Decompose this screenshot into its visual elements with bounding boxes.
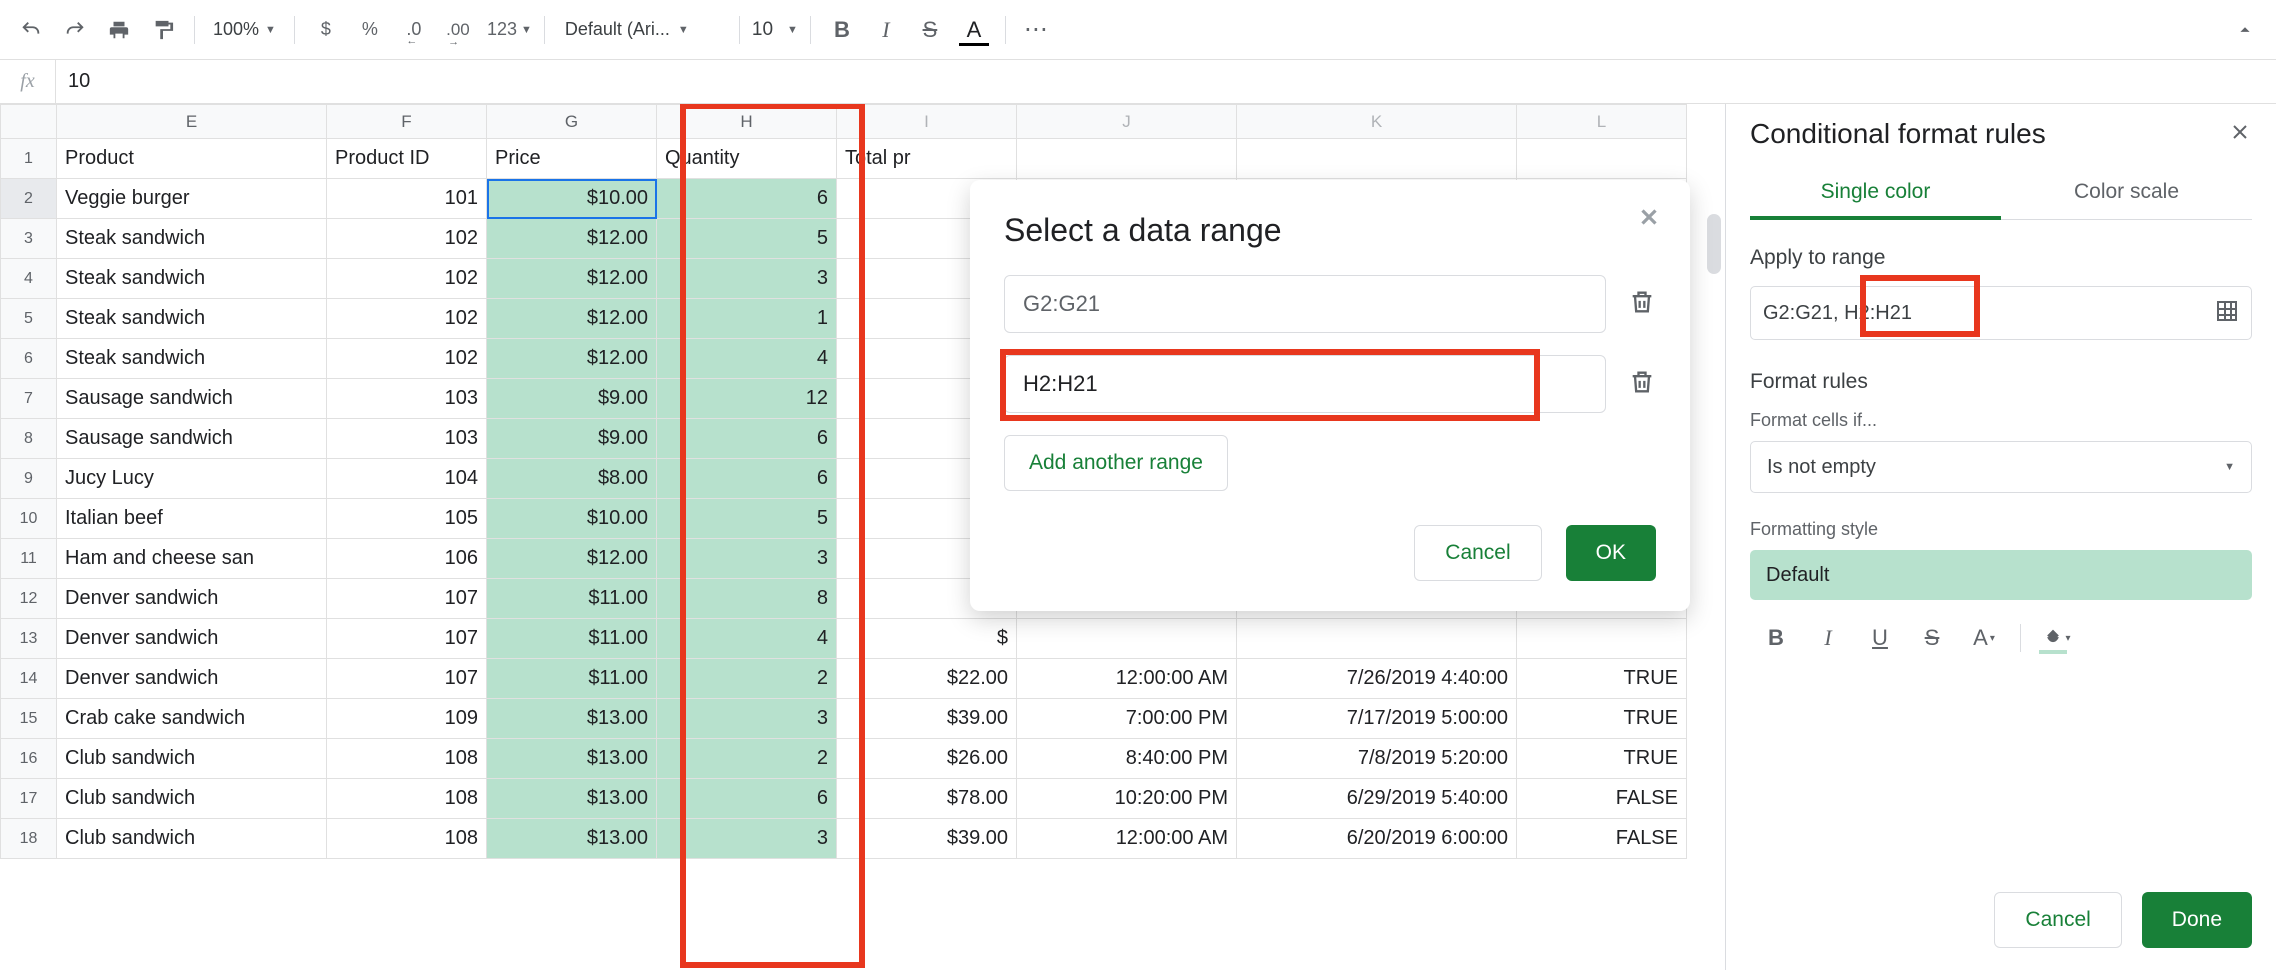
chevron-down-icon: ▼ bbox=[265, 24, 276, 36]
collapse-toolbar-button[interactable] bbox=[2226, 11, 2264, 49]
close-dialog-button[interactable] bbox=[1636, 204, 1662, 235]
table-row[interactable]: 17Club sandwich108$13.006$78.0010:20:00 … bbox=[1, 779, 1687, 819]
dialog-cancel-button[interactable]: Cancel bbox=[1414, 525, 1541, 581]
col-H: H bbox=[657, 105, 837, 139]
separator bbox=[544, 16, 545, 44]
select-data-range-dialog: Select a data range G2:G21 H2:H21 Add an… bbox=[970, 180, 1690, 611]
separator bbox=[294, 16, 295, 44]
apply-range-label: Apply to range bbox=[1750, 246, 2252, 270]
chevron-down-icon: ▼ bbox=[678, 24, 689, 36]
separator bbox=[2020, 624, 2021, 652]
table-row[interactable]: 1 Product Product ID Price Quantity Tota… bbox=[1, 139, 1687, 179]
style-fillcolor-button[interactable]: ▾ bbox=[2035, 618, 2079, 658]
conditional-format-panel: Conditional format rules Single color Co… bbox=[1725, 104, 2276, 970]
panel-tabs: Single color Color scale bbox=[1750, 168, 2252, 220]
delete-range-2-button[interactable] bbox=[1628, 368, 1656, 401]
paint-format-button[interactable] bbox=[144, 11, 182, 49]
percent-button[interactable]: % bbox=[351, 11, 389, 49]
tab-single-color[interactable]: Single color bbox=[1750, 168, 2001, 220]
zoom-select[interactable]: 100%▼ bbox=[207, 19, 282, 40]
col-G: G bbox=[487, 105, 657, 139]
undo-button[interactable] bbox=[12, 11, 50, 49]
currency-button[interactable]: $ bbox=[307, 11, 345, 49]
italic-button[interactable]: I bbox=[867, 11, 905, 49]
close-panel-button[interactable] bbox=[2228, 120, 2252, 149]
panel-done-button[interactable]: Done bbox=[2142, 892, 2252, 948]
toolbar: 100%▼ $ % .0← .00→ 123▼ Default (Ari...▼… bbox=[0, 0, 2276, 60]
format-preview[interactable]: Default bbox=[1750, 550, 2252, 600]
chevron-down-icon: ▼ bbox=[521, 24, 532, 36]
dialog-title: Select a data range bbox=[1004, 212, 1656, 249]
font-family-select[interactable]: Default (Ari...▼ bbox=[557, 19, 727, 40]
col-K: K bbox=[1237, 105, 1517, 139]
vertical-scrollbar[interactable] bbox=[1707, 214, 1721, 274]
decrease-decimal-button[interactable]: .0← bbox=[395, 11, 433, 49]
table-row[interactable]: 14Denver sandwich107$11.002$22.0012:00:0… bbox=[1, 659, 1687, 699]
panel-title: Conditional format rules bbox=[1750, 118, 2046, 150]
increase-decimal-button[interactable]: .00→ bbox=[439, 11, 477, 49]
separator bbox=[194, 16, 195, 44]
separator bbox=[739, 16, 740, 44]
separator bbox=[810, 16, 811, 44]
fx-icon: fx bbox=[0, 60, 56, 103]
tab-color-scale[interactable]: Color scale bbox=[2001, 168, 2252, 219]
dialog-ok-button[interactable]: OK bbox=[1566, 525, 1656, 581]
range-input-2[interactable]: H2:H21 bbox=[1004, 355, 1606, 413]
style-italic-button[interactable]: I bbox=[1806, 618, 1850, 658]
col-F: F bbox=[327, 105, 487, 139]
style-textcolor-button[interactable]: A▾ bbox=[1962, 618, 2006, 658]
formula-bar: fx 10 bbox=[0, 60, 2276, 104]
table-row[interactable]: 18Club sandwich108$13.003$39.0012:00:00 … bbox=[1, 819, 1687, 859]
more-formats-button[interactable]: 123▼ bbox=[483, 11, 532, 49]
column-headers[interactable]: E F G H I J K L bbox=[1, 105, 1687, 139]
chevron-down-icon: ▼ bbox=[787, 24, 798, 36]
style-strike-button[interactable]: S bbox=[1910, 618, 1954, 658]
bold-button[interactable]: B bbox=[823, 11, 861, 49]
panel-cancel-button[interactable]: Cancel bbox=[1994, 892, 2121, 948]
table-row[interactable]: 13Denver sandwich107$11.004$ bbox=[1, 619, 1687, 659]
formula-input[interactable]: 10 bbox=[56, 70, 2276, 93]
separator bbox=[1005, 16, 1006, 44]
redo-button[interactable] bbox=[56, 11, 94, 49]
add-another-range-button[interactable]: Add another range bbox=[1004, 435, 1228, 491]
col-J: J bbox=[1017, 105, 1237, 139]
col-I: I bbox=[837, 105, 1017, 139]
more-toolbar-button[interactable]: ⋯ bbox=[1018, 11, 1056, 49]
chevron-down-icon: ▼ bbox=[2224, 461, 2235, 473]
delete-range-1-button[interactable] bbox=[1628, 288, 1656, 321]
select-range-icon[interactable] bbox=[2215, 299, 2239, 328]
col-L: L bbox=[1517, 105, 1687, 139]
table-row[interactable]: 15Crab cake sandwich109$13.003$39.007:00… bbox=[1, 699, 1687, 739]
print-button[interactable] bbox=[100, 11, 138, 49]
condition-select[interactable]: Is not empty ▼ bbox=[1750, 441, 2252, 493]
formatting-style-label: Formatting style bbox=[1750, 519, 2252, 540]
style-bold-button[interactable]: B bbox=[1754, 618, 1798, 658]
strikethrough-button[interactable]: S bbox=[911, 11, 949, 49]
format-cells-if-label: Format cells if... bbox=[1750, 410, 2252, 431]
style-underline-button[interactable]: U bbox=[1858, 618, 1902, 658]
table-row[interactable]: 16Club sandwich108$13.002$26.008:40:00 P… bbox=[1, 739, 1687, 779]
text-color-button[interactable]: A bbox=[955, 11, 993, 49]
range-input-1[interactable]: G2:G21 bbox=[1004, 275, 1606, 333]
format-rules-label: Format rules bbox=[1750, 370, 2252, 394]
col-E: E bbox=[57, 105, 327, 139]
apply-range-input[interactable]: G2:G21, H2:H21 bbox=[1750, 286, 2252, 340]
font-size-select[interactable]: 10▼ bbox=[752, 19, 798, 41]
style-buttons: B I U S A▾ ▾ bbox=[1750, 614, 2252, 658]
